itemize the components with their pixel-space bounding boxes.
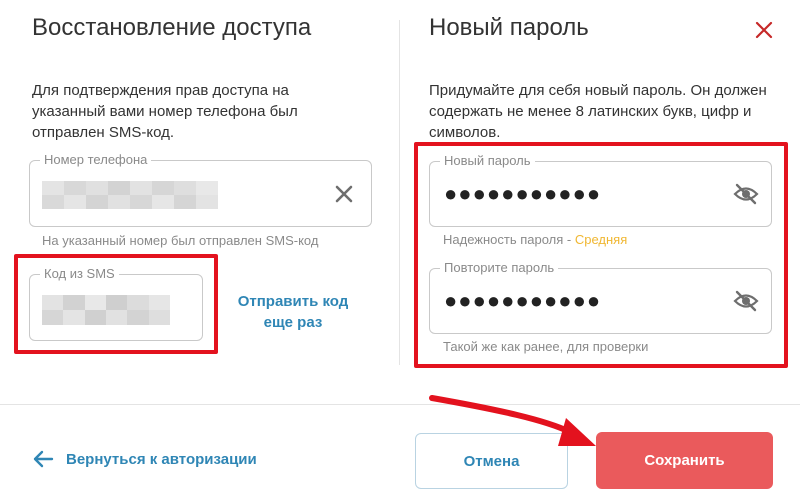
back-to-login-label: Вернуться к авторизации	[66, 450, 257, 468]
panel-divider	[399, 20, 400, 365]
phone-field[interactable]: Номер телефона	[29, 151, 372, 227]
right-panel-description: Придумайте для себя новый пароль. Он дол…	[429, 82, 767, 141]
password-strength-prefix: Надежность пароля -	[443, 232, 575, 247]
repeat-password-value: ●●●●●●●●●●●	[444, 288, 602, 313]
sms-code-label: Код из SMS	[40, 265, 119, 283]
left-panel-title: Восстановление доступа	[32, 14, 312, 41]
phone-helper-text: На указанный номер был отправлен SMS-код	[42, 233, 319, 248]
phone-field-label: Номер телефона	[40, 151, 152, 169]
close-icon[interactable]	[752, 18, 776, 42]
resend-line-2: еще раз	[263, 314, 323, 331]
resend-code-link[interactable]: Отправить код еще раз	[226, 291, 360, 333]
sms-code-value-masked	[42, 295, 170, 325]
password-strength-level: Средняя	[574, 232, 628, 247]
password-strength: Надежность пароля - Средняя	[443, 232, 627, 247]
back-to-login-link[interactable]: Вернуться к авторизации	[32, 449, 257, 469]
repeat-password-label: Повторите пароль	[440, 259, 559, 277]
eye-off-icon[interactable]	[733, 290, 759, 312]
footer-divider	[0, 404, 800, 405]
repeat-password-helper: Такой же как ранее, для проверки	[443, 339, 649, 354]
clear-icon[interactable]	[333, 183, 355, 205]
eye-off-icon[interactable]	[733, 183, 759, 205]
repeat-password-field[interactable]: Повторите пароль ●●●●●●●●●●●	[429, 259, 772, 334]
new-password-label: Новый пароль	[440, 152, 535, 170]
left-panel-description: Для подтверждения прав доступа на указан…	[32, 82, 298, 141]
arrow-left-icon	[33, 450, 54, 468]
resend-line-1: Отправить код	[237, 293, 349, 310]
sms-code-field[interactable]: Код из SMS	[29, 265, 203, 341]
cancel-button[interactable]: Отмена	[415, 433, 568, 489]
new-password-field[interactable]: Новый пароль ●●●●●●●●●●●	[429, 152, 772, 227]
new-password-value: ●●●●●●●●●●●	[444, 181, 602, 206]
right-panel-title: Новый пароль	[429, 14, 589, 41]
phone-value-masked	[42, 181, 218, 209]
save-button[interactable]: Сохранить	[596, 432, 773, 489]
